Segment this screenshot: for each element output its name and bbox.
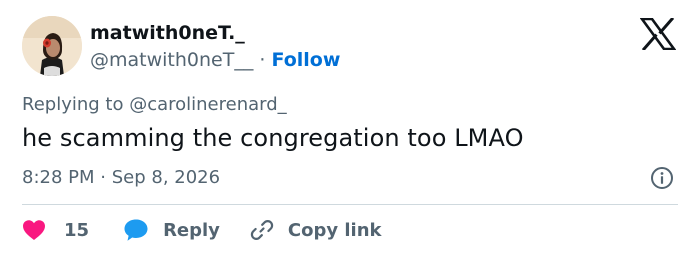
reply-button[interactable]: Reply <box>123 218 220 242</box>
user-handle[interactable]: @matwith0neT__ <box>90 49 253 71</box>
tweet-time[interactable]: 8:28 PM <box>22 167 95 188</box>
handle-line: @matwith0neT__ · Follow <box>90 49 340 71</box>
tweet-date[interactable]: Sep 8, 2026 <box>112 167 220 188</box>
x-logo-icon[interactable] <box>639 16 677 52</box>
like-button[interactable]: 15 <box>22 219 89 241</box>
copy-link-label: Copy link <box>287 219 382 241</box>
replying-to: Replying to @carolinerenard_ <box>22 94 287 115</box>
likes-count: 15 <box>64 219 90 241</box>
info-icon[interactable] <box>650 166 674 190</box>
action-bar: 15 Reply Copy link <box>22 214 382 246</box>
reply-label: Reply <box>163 219 220 241</box>
reply-mention[interactable]: @carolinerenard_ <box>129 94 286 115</box>
display-name[interactable]: matwith0neT._ <box>90 22 245 44</box>
speech-bubble-icon <box>124 219 148 241</box>
heart-icon <box>23 220 45 240</box>
tweet-text: he scamming the congregation too LMAO <box>22 124 524 152</box>
tweet-card: matwith0neT._ @matwith0neT__ · Follow Re… <box>0 0 700 256</box>
replying-prefix: Replying to <box>22 94 130 115</box>
handle-separator: · <box>259 49 266 71</box>
avatar[interactable] <box>22 16 82 76</box>
follow-button[interactable]: Follow <box>271 49 340 71</box>
link-icon <box>250 220 274 240</box>
avatar-image <box>22 16 82 76</box>
divider <box>22 204 678 205</box>
copy-link-button[interactable]: Copy link <box>250 218 382 242</box>
tweet-meta: 8:28 PM · Sep 8, 2026 <box>22 167 220 188</box>
meta-separator: · <box>100 167 106 188</box>
